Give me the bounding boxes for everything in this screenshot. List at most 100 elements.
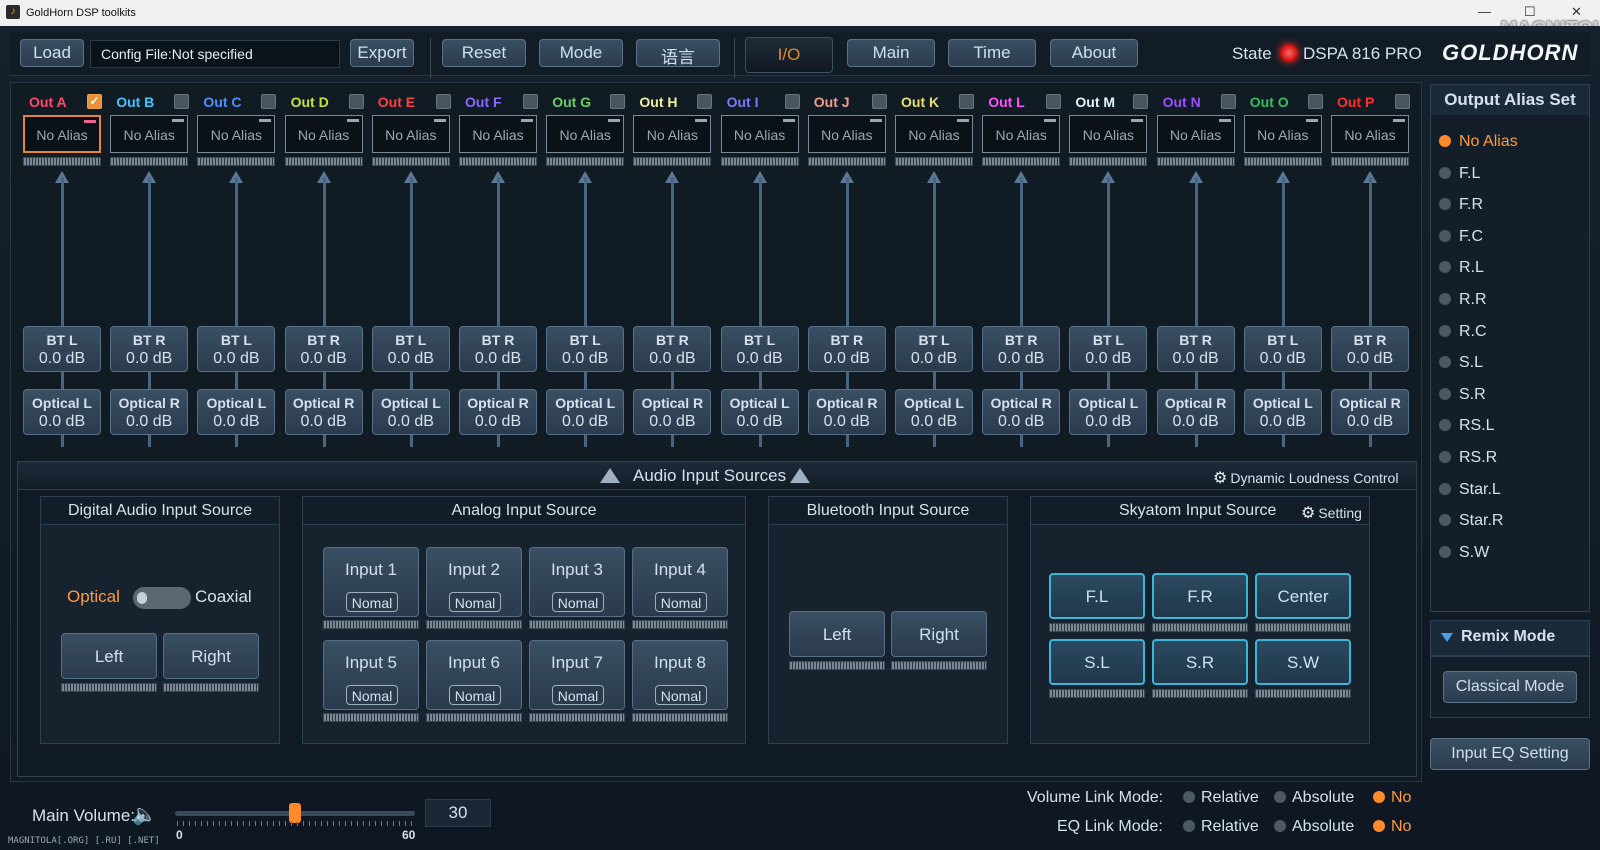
output-channel-checkbox[interactable] <box>435 94 451 109</box>
alias-option[interactable]: RS.R <box>1439 449 1497 467</box>
bt-mix-button[interactable]: BT L 0.0 dB <box>371 326 450 372</box>
bt-mix-button[interactable]: BT R 0.0 dB <box>807 326 886 372</box>
output-alias-field[interactable]: No Alias <box>633 115 712 153</box>
analog-input-mode-button[interactable]: Nomal <box>655 685 707 705</box>
bt-mix-button[interactable]: BT R 0.0 dB <box>1331 326 1409 372</box>
optical-mix-button[interactable]: Optical R 0.0 dB <box>633 389 712 435</box>
bluetooth-left-button[interactable]: Left <box>789 611 885 657</box>
bt-mix-button[interactable]: BT L 0.0 dB <box>895 326 973 372</box>
output-alias-field[interactable]: No Alias <box>110 115 189 153</box>
skyatom-channel-button[interactable]: S.W <box>1255 639 1351 685</box>
bt-mix-button[interactable]: BT L 0.0 dB <box>1243 326 1322 372</box>
bt-mix-button[interactable]: BT R 0.0 dB <box>110 326 189 372</box>
analog-input-mode-button[interactable]: Nomal <box>346 685 398 705</box>
analog-input-mode-button[interactable]: Nomal <box>449 685 501 705</box>
bt-mix-button[interactable]: BT L 0.0 dB <box>1069 326 1148 372</box>
alias-option[interactable]: S.W <box>1439 544 1489 562</box>
collapse-up-icon[interactable] <box>600 468 620 483</box>
output-channel-checkbox[interactable] <box>697 94 713 109</box>
output-channel-checkbox[interactable] <box>1307 94 1323 109</box>
optical-mix-button[interactable]: Optical R 0.0 dB <box>1156 389 1235 435</box>
analog-input-button[interactable]: Input 4 Nomal <box>632 547 728 617</box>
output-channel-checkbox[interactable] <box>610 94 626 109</box>
digital-left-button[interactable]: Left <box>61 633 157 679</box>
optical-mix-button[interactable]: Optical L 0.0 dB <box>1069 389 1148 435</box>
alias-option[interactable]: R.R <box>1439 291 1487 309</box>
remix-mode-header[interactable]: Remix Mode <box>1430 620 1590 656</box>
output-channel-checkbox[interactable] <box>1220 94 1236 109</box>
alias-option[interactable]: F.L <box>1439 165 1480 183</box>
bt-mix-button[interactable]: BT L 0.0 dB <box>546 326 625 372</box>
output-alias-field[interactable]: No Alias <box>1243 115 1322 153</box>
volume-link-relative-radio[interactable]: Relative <box>1183 789 1259 807</box>
volume-slider-thumb[interactable] <box>289 803 301 823</box>
bt-mix-button[interactable]: BT L 0.0 dB <box>720 326 799 372</box>
bt-mix-button[interactable]: BT R 0.0 dB <box>633 326 712 372</box>
skyatom-setting-button[interactable]: ⚙ Setting <box>1301 503 1362 523</box>
output-channel-checkbox[interactable] <box>174 94 190 109</box>
analog-input-button[interactable]: Input 6 Nomal <box>426 640 522 710</box>
optical-mix-button[interactable]: Optical R 0.0 dB <box>110 389 189 435</box>
output-alias-field[interactable]: No Alias <box>197 115 276 153</box>
output-channel-checkbox[interactable] <box>784 94 800 109</box>
analog-input-button[interactable]: Input 3 Nomal <box>529 547 625 617</box>
output-alias-field[interactable]: No Alias <box>807 115 886 153</box>
tab-about[interactable]: About <box>1050 39 1138 67</box>
analog-input-mode-button[interactable]: Nomal <box>552 685 604 705</box>
alias-option[interactable]: R.C <box>1439 323 1487 341</box>
language-button[interactable]: 语言 <box>636 39 720 67</box>
tab-io[interactable]: I/O <box>745 37 833 73</box>
skyatom-channel-button[interactable]: Center <box>1255 573 1351 619</box>
output-alias-field[interactable]: No Alias <box>720 115 799 153</box>
optical-mix-button[interactable]: Optical L 0.0 dB <box>895 389 973 435</box>
skyatom-channel-button[interactable]: F.R <box>1152 573 1248 619</box>
optical-mix-button[interactable]: Optical R 0.0 dB <box>459 389 537 435</box>
bt-mix-button[interactable]: BT R 0.0 dB <box>459 326 537 372</box>
export-button[interactable]: Export <box>350 39 414 67</box>
output-channel-checkbox[interactable] <box>959 94 974 109</box>
analog-input-mode-button[interactable]: Nomal <box>655 592 707 612</box>
input-eq-setting-button[interactable]: Input EQ Setting <box>1430 738 1590 770</box>
output-channel-checkbox[interactable] <box>1133 94 1149 109</box>
bt-mix-button[interactable]: BT R 0.0 dB <box>284 326 363 372</box>
alias-option[interactable]: S.L <box>1439 354 1483 372</box>
analog-input-mode-button[interactable]: Nomal <box>449 592 501 612</box>
volume-link-absolute-radio[interactable]: Absolute <box>1274 789 1354 807</box>
bluetooth-right-button[interactable]: Right <box>891 611 987 657</box>
output-alias-field[interactable]: No Alias <box>982 115 1061 153</box>
optical-mix-button[interactable]: Optical L 0.0 dB <box>546 389 625 435</box>
output-channel-checkbox[interactable] <box>1395 94 1410 109</box>
tab-main[interactable]: Main <box>847 39 935 67</box>
output-alias-field[interactable]: No Alias <box>895 115 973 153</box>
output-channel-checkbox[interactable] <box>871 94 887 109</box>
analog-input-mode-button[interactable]: Nomal <box>552 592 604 612</box>
optical-mix-button[interactable]: Optical R 0.0 dB <box>807 389 886 435</box>
optical-mix-button[interactable]: Optical L 0.0 dB <box>720 389 799 435</box>
output-alias-field[interactable]: No Alias <box>546 115 625 153</box>
skyatom-channel-button[interactable]: S.L <box>1049 639 1145 685</box>
optical-mix-button[interactable]: Optical L 0.0 dB <box>23 389 101 435</box>
analog-input-mode-button[interactable]: Nomal <box>346 592 398 612</box>
analog-input-button[interactable]: Input 5 Nomal <box>323 640 419 710</box>
bt-mix-button[interactable]: BT R 0.0 dB <box>982 326 1061 372</box>
mode-button[interactable]: Mode <box>539 39 623 67</box>
digital-right-button[interactable]: Right <box>163 633 259 679</box>
output-alias-field[interactable]: No Alias <box>459 115 537 153</box>
optical-mix-button[interactable]: Optical L 0.0 dB <box>1243 389 1322 435</box>
output-channel-checkbox[interactable] <box>261 94 277 109</box>
analog-input-button[interactable]: Input 8 Nomal <box>632 640 728 710</box>
classical-mode-button[interactable]: Classical Mode <box>1443 671 1577 703</box>
alias-option[interactable]: F.R <box>1439 196 1483 214</box>
output-alias-field[interactable]: No Alias <box>1331 115 1409 153</box>
skyatom-channel-button[interactable]: F.L <box>1049 573 1145 619</box>
alias-option[interactable]: R.L <box>1439 259 1484 277</box>
volume-value[interactable]: 30 <box>425 799 491 827</box>
alias-option[interactable]: Star.R <box>1439 512 1503 530</box>
dynamic-loudness-control-button[interactable]: ⚙ Dynamic Loudness Control <box>1213 468 1398 488</box>
load-button[interactable]: Load <box>20 39 84 67</box>
bt-mix-button[interactable]: BT L 0.0 dB <box>23 326 101 372</box>
output-channel-checkbox[interactable]: ✓ <box>87 94 102 109</box>
output-alias-field[interactable]: No Alias <box>1156 115 1235 153</box>
skyatom-channel-button[interactable]: S.R <box>1152 639 1248 685</box>
optical-mix-button[interactable]: Optical R 0.0 dB <box>284 389 363 435</box>
